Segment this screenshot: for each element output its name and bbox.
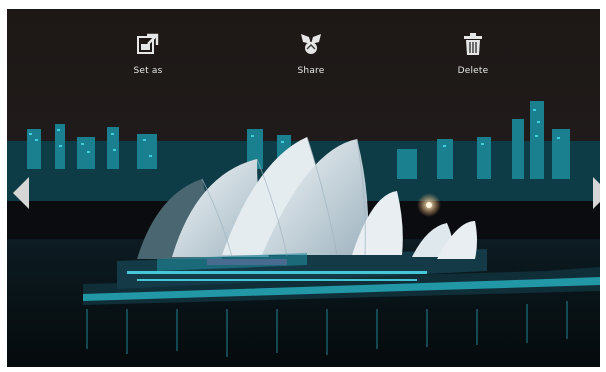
- share-button[interactable]: Share: [276, 31, 346, 76]
- set-as-button[interactable]: Set as: [113, 31, 183, 76]
- next-photo-button[interactable]: [593, 177, 600, 209]
- action-bar: Set as Share Delete: [7, 9, 600, 89]
- previous-photo-button[interactable]: [13, 177, 29, 209]
- set-as-label: Set as: [133, 66, 163, 76]
- share-label: Share: [297, 66, 325, 76]
- chevron-right-icon: [593, 177, 600, 209]
- photo-viewer: Set as Share Delete: [7, 9, 600, 367]
- set-as-icon: [137, 33, 159, 54]
- share-icon: [301, 34, 321, 54]
- trash-icon: [464, 33, 482, 55]
- delete-label: Delete: [457, 66, 489, 76]
- delete-button[interactable]: Delete: [438, 31, 508, 76]
- chevron-left-icon: [13, 177, 29, 209]
